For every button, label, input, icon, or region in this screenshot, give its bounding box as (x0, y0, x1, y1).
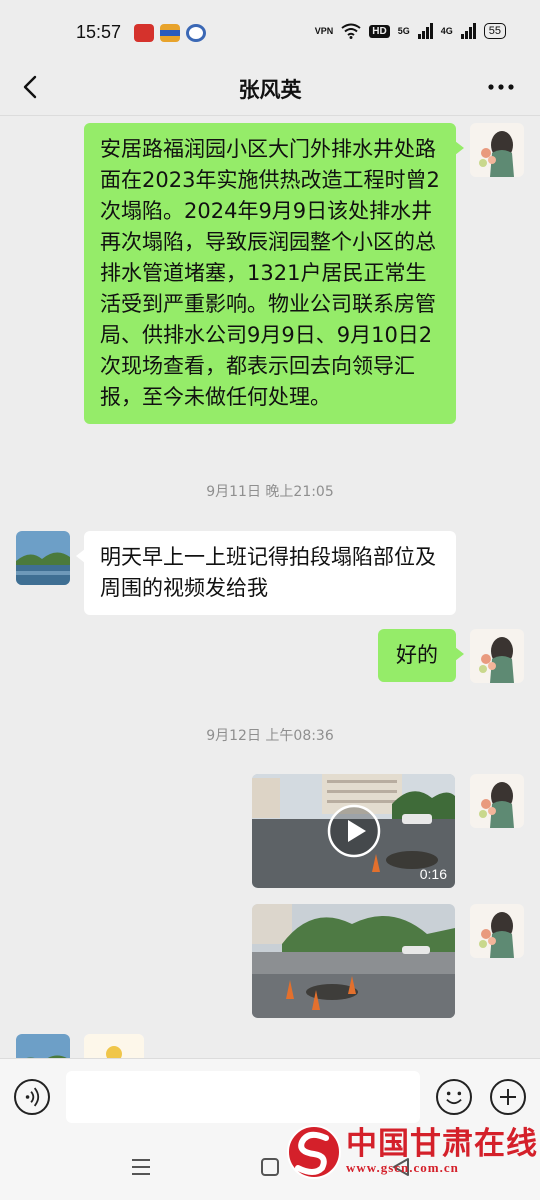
chat-header: 张风英 (0, 60, 540, 116)
menu-icon[interactable] (130, 1156, 152, 1178)
girl-avatar-icon (470, 904, 524, 958)
timestamp: 9月11日 晚上21:05 (206, 484, 334, 500)
girl-avatar-icon (470, 123, 524, 177)
home-icon[interactable] (259, 1156, 281, 1178)
battery-icon: 55 (483, 23, 506, 39)
app-notification-icon (160, 24, 180, 42)
signal-4g-icon (460, 23, 476, 39)
watermark-url: www.gscn.com.cn (346, 1160, 459, 1175)
message-bubble-received[interactable]: 明天早上一上班记得拍段塌陷部位及周围的视频发给我 (76, 531, 456, 615)
my-avatar[interactable] (470, 904, 524, 958)
message-list[interactable]: 安居路福润园小区大门外排水井处路面在2023年实施供热改造工程时曾2次塌陷。20… (0, 117, 540, 1058)
browser-app-icon (186, 24, 206, 42)
watermark: 中国甘肃在线 www.gscn.com.cn (282, 1112, 537, 1192)
message-text: 好的 (396, 643, 438, 667)
video-message[interactable]: 0:16 (252, 774, 455, 888)
image-message[interactable] (84, 1034, 144, 1058)
contact-avatar[interactable] (16, 531, 70, 585)
timestamp: 9月12日 上午08:36 (206, 728, 334, 744)
status-indicators: VPN HD 5G 4G 55 (315, 23, 506, 39)
sticker-thumbnail (84, 1034, 144, 1058)
landscape-avatar-icon (16, 1034, 70, 1058)
status-time: 15:57 (76, 22, 122, 42)
image-thumbnail (252, 904, 455, 1018)
message-text: 明天早上一上班记得拍段塌陷部位及周围的视频发给我 (100, 545, 436, 600)
signal-5g-label: 5G (397, 26, 410, 36)
hd-voice-icon: HD (369, 24, 390, 38)
vpn-icon: VPN (314, 26, 334, 36)
status-bar: 15:57 VPN HD 5G 4G 55 (0, 0, 540, 60)
signal-4g-label: 4G (440, 26, 453, 36)
status-app-icons (134, 24, 206, 42)
play-icon[interactable] (327, 804, 381, 858)
study-app-icon (134, 24, 154, 42)
watermark-text: 中国甘肃在线 (346, 1126, 538, 1162)
my-avatar[interactable] (470, 123, 524, 177)
video-duration: 0:16 (419, 866, 447, 882)
message-bubble-sent[interactable]: 好的 (378, 629, 464, 682)
emoji-icon[interactable] (436, 1079, 472, 1115)
voice-icon[interactable] (14, 1079, 50, 1115)
message-bubble-sent[interactable]: 安居路福润园小区大门外排水井处路面在2023年实施供热改造工程时曾2次塌陷。20… (84, 123, 464, 424)
message-text: 安居路福润园小区大门外排水井处路面在2023年实施供热改造工程时曾2次塌陷。20… (100, 137, 440, 409)
plus-icon[interactable] (490, 1079, 526, 1115)
wifi-icon (341, 23, 361, 39)
my-avatar[interactable] (470, 629, 524, 683)
chat-title: 张风英 (238, 78, 302, 102)
contact-avatar[interactable] (16, 1034, 70, 1058)
landscape-avatar-icon (16, 531, 70, 585)
my-avatar[interactable] (470, 774, 524, 828)
girl-avatar-icon (470, 774, 524, 828)
signal-5g-icon (417, 23, 433, 39)
gansu-online-logo-icon (287, 1125, 341, 1179)
girl-avatar-icon (470, 629, 524, 683)
image-message[interactable] (252, 904, 455, 1018)
more-options-icon[interactable] (486, 74, 516, 100)
